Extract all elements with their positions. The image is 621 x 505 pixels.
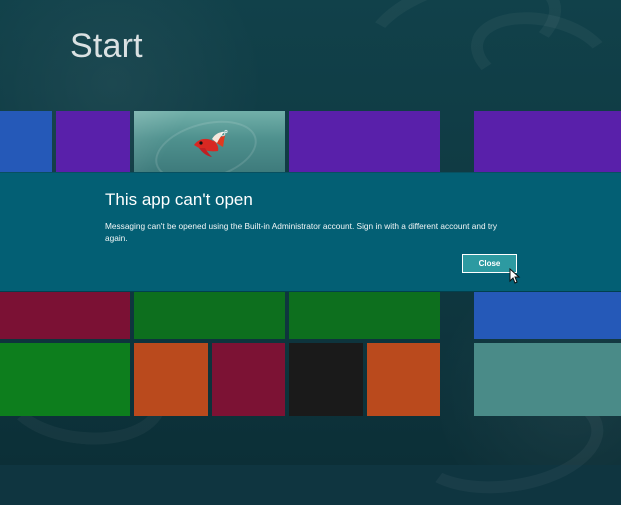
tile-teal-right[interactable] [474, 343, 621, 416]
dialog-content: This app can't open Messaging can't be o… [105, 190, 515, 244]
tile-black[interactable] [289, 343, 363, 416]
tile-green-middle-right[interactable] [289, 292, 440, 339]
dialog-title: This app can't open [105, 190, 253, 209]
start-screen: Start This app can't open Messaging can'… [0, 0, 621, 505]
tile-red-left[interactable] [0, 292, 130, 339]
tile-green-bottom-left[interactable] [0, 343, 130, 416]
fish-icon [194, 129, 228, 157]
tile-art [134, 111, 285, 172]
close-button[interactable]: Close [462, 254, 517, 273]
start-title: Start [70, 27, 143, 65]
dialog-divider-bottom [0, 291, 621, 292]
dialog-message: Messaging can't be opened using the Buil… [105, 221, 498, 243]
tile-purple-middle[interactable] [289, 111, 440, 172]
tile-image-fish[interactable] [134, 111, 285, 172]
tile-blue-left[interactable] [0, 111, 52, 172]
dialog-divider-top [0, 172, 621, 173]
tile-purple-right[interactable] [474, 111, 621, 172]
tile-blue-right[interactable] [474, 292, 621, 339]
tile-red-middle[interactable] [212, 343, 285, 416]
tile-purple-small[interactable] [56, 111, 130, 172]
tile-green-middle-left[interactable] [134, 292, 285, 339]
tile-orange-left[interactable] [134, 343, 208, 416]
app-error-dialog: This app can't open Messaging can't be o… [0, 172, 621, 292]
tile-orange-right[interactable] [367, 343, 440, 416]
